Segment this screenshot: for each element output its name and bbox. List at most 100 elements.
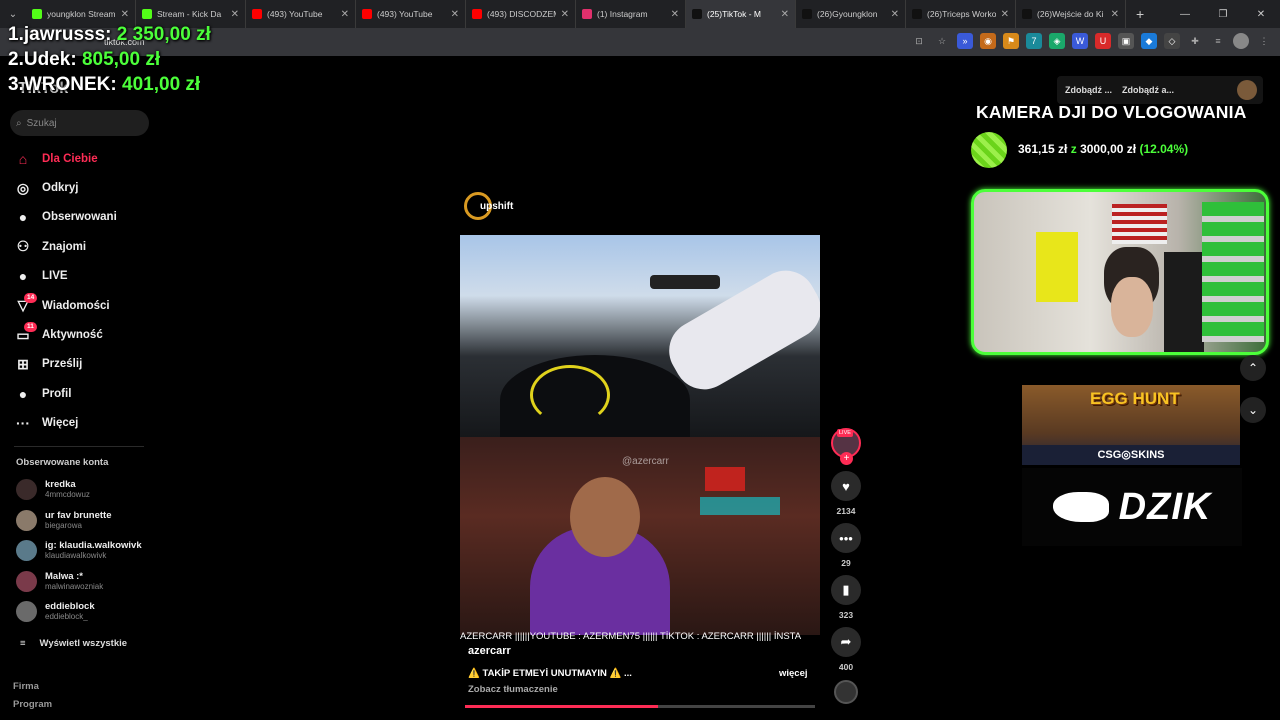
home-icon: ⌂	[18, 150, 28, 167]
extension-icon[interactable]: ◇	[1164, 33, 1180, 49]
followed-account[interactable]: eddieblock eddieblock_	[16, 601, 176, 622]
video-top-pane[interactable]	[460, 235, 820, 437]
browser-tab[interactable]: (493) YouTube ✕	[246, 0, 356, 28]
extension-icon[interactable]: ◆	[1141, 33, 1157, 49]
install-icon[interactable]: ⊡	[911, 33, 927, 49]
followed-account[interactable]: kredka 4mmcdowuz	[16, 479, 176, 500]
share-icon[interactable]: ➦	[831, 627, 861, 657]
browser-tab[interactable]: (25)TikTok - M ✕	[686, 0, 796, 28]
extension-icon[interactable]: ▣	[1118, 33, 1134, 49]
next-video-button[interactable]: ⌄	[1240, 397, 1266, 423]
music-disc-icon[interactable]	[834, 680, 858, 704]
get-app-button[interactable]: Zdobądź a...	[1122, 85, 1174, 95]
followed-account[interactable]: Malwa :* malwinawozniak	[16, 570, 176, 592]
close-window-icon[interactable]: ✕	[1242, 9, 1280, 20]
sidebar-item[interactable]: ⊞ Prześlij	[14, 350, 154, 379]
follow-plus-button[interactable]: +	[840, 452, 853, 465]
tab-favicon-icon	[142, 9, 152, 19]
streamer-webcam	[971, 189, 1269, 355]
close-tab-icon[interactable]: ✕	[891, 9, 899, 20]
like-action[interactable]: ♥ 2134	[830, 471, 862, 516]
notification-badge: 11	[24, 322, 37, 333]
close-tab-icon[interactable]: ✕	[341, 9, 349, 20]
footer-link-company[interactable]: Firma	[13, 681, 39, 692]
sidebar-item[interactable]: ⚇ Znajomi	[14, 232, 154, 261]
browser-tab[interactable]: (493) DISCODZEM ✕	[466, 0, 576, 28]
browser-tab[interactable]: (26)Gyoungklon ✕	[796, 0, 906, 28]
close-tab-icon[interactable]: ✕	[1111, 9, 1119, 20]
user-avatar[interactable]	[1237, 80, 1257, 100]
sidebar-item[interactable]: ··· Więcej	[14, 409, 154, 438]
previous-video-button[interactable]: ⌃	[1240, 355, 1266, 381]
bookmark-star-icon[interactable]: ☆	[934, 33, 950, 49]
tab-favicon-icon	[472, 9, 482, 19]
more-button[interactable]: więcej	[779, 668, 808, 679]
maximize-icon[interactable]: ❐	[1204, 9, 1242, 20]
upload-icon: ⊞	[17, 355, 29, 372]
share-action[interactable]: ➦ 400	[830, 627, 862, 672]
comment-action[interactable]: ••• 29	[830, 523, 862, 568]
search-box[interactable]: ⌕ Szukaj	[10, 110, 149, 136]
followed-account[interactable]: ig: klaudia.walkowivk klaudiawalkowivk	[16, 540, 176, 561]
close-tab-icon[interactable]: ✕	[781, 9, 789, 20]
sidebar-item[interactable]: ▽ 14 Wiadomości	[14, 291, 154, 320]
avatar	[16, 479, 37, 500]
show-all-link[interactable]: ≡ Wyświetl wszystkie	[20, 638, 127, 649]
extension-icon[interactable]: ⚑	[1003, 33, 1019, 49]
tab-favicon-icon	[692, 9, 702, 19]
extension-icon[interactable]: ◉	[980, 33, 996, 49]
close-tab-icon[interactable]: ✕	[561, 9, 569, 20]
friends-icon: ⚇	[16, 238, 30, 255]
sidebar-item[interactable]: ▭ 11 Aktywność	[14, 320, 154, 349]
browser-tab[interactable]: (493) YouTube ✕	[356, 0, 466, 28]
bookmark-icon[interactable]: ▮	[831, 575, 861, 605]
save-action[interactable]: ▮ 323	[830, 575, 862, 620]
sponsor-logo: upshift	[464, 192, 513, 220]
heart-icon[interactable]: ♥	[831, 471, 861, 501]
notification-badge: 14	[24, 292, 38, 303]
followed-account[interactable]: ur fav brunette biegarowa	[16, 509, 176, 531]
extension-icon[interactable]: »	[957, 33, 973, 49]
sidebar-item[interactable]: ● Profil	[14, 379, 154, 408]
footer-link-program[interactable]: Program	[13, 699, 52, 710]
close-tab-icon[interactable]: ✕	[231, 9, 239, 20]
leaderboard-row: 2.Udek: 805,00 zł	[8, 49, 161, 70]
extension-icon[interactable]: W	[1072, 33, 1088, 49]
video-progress-bar[interactable]	[465, 705, 815, 708]
translate-link[interactable]: Zobacz tłumaczenie	[468, 684, 558, 695]
avatar	[16, 540, 37, 561]
extensions-puzzle-icon[interactable]: ✚	[1187, 33, 1203, 49]
close-tab-icon[interactable]: ✕	[451, 9, 459, 20]
tab-favicon-icon	[252, 9, 262, 19]
browser-tab[interactable]: (26)Triceps Worko ✕	[906, 0, 1016, 28]
minimize-icon[interactable]: —	[1166, 9, 1204, 20]
live-icon: ●	[18, 268, 28, 285]
browser-tab[interactable]: (1) Instagram ✕	[576, 0, 686, 28]
sidebar-item[interactable]: ● Obserwowani	[14, 203, 154, 232]
sidebar-item[interactable]: ⌂ Dla Ciebie	[14, 144, 154, 173]
close-tab-icon[interactable]: ✕	[671, 9, 679, 20]
new-tab-button[interactable]: +	[1126, 6, 1154, 22]
sidebar-item[interactable]: ◎ Odkryj	[14, 173, 154, 202]
close-tab-icon[interactable]: ✕	[121, 9, 129, 20]
goal-icon	[971, 132, 1007, 168]
goal-title: KAMERA DJI DO VLOGOWANIA	[976, 102, 1247, 122]
following-avatar-icon: ●	[18, 209, 28, 226]
boar-logo-icon	[1052, 492, 1109, 522]
get-coins-button[interactable]: Zdobądź ...	[1065, 85, 1112, 95]
extension-icon[interactable]: ◈	[1049, 33, 1065, 49]
comment-icon[interactable]: •••	[831, 523, 861, 553]
reading-list-icon[interactable]: ≡	[1210, 33, 1226, 49]
profile-avatar-icon[interactable]	[1233, 33, 1249, 49]
comment-count: 29	[841, 558, 851, 568]
profile-icon: ●	[18, 385, 28, 402]
video-author[interactable]: azercarr	[468, 645, 511, 657]
extension-icon[interactable]: 7	[1026, 33, 1042, 49]
share-count: 400	[838, 662, 854, 672]
browser-tab[interactable]: (26)Wejście do Ki ✕	[1016, 0, 1126, 28]
close-tab-icon[interactable]: ✕	[1001, 9, 1009, 20]
browser-menu-icon[interactable]: ⋮	[1256, 33, 1272, 49]
avatar	[16, 570, 37, 592]
extension-icon[interactable]: U	[1095, 33, 1111, 49]
sidebar-item[interactable]: ● LIVE	[14, 262, 154, 291]
